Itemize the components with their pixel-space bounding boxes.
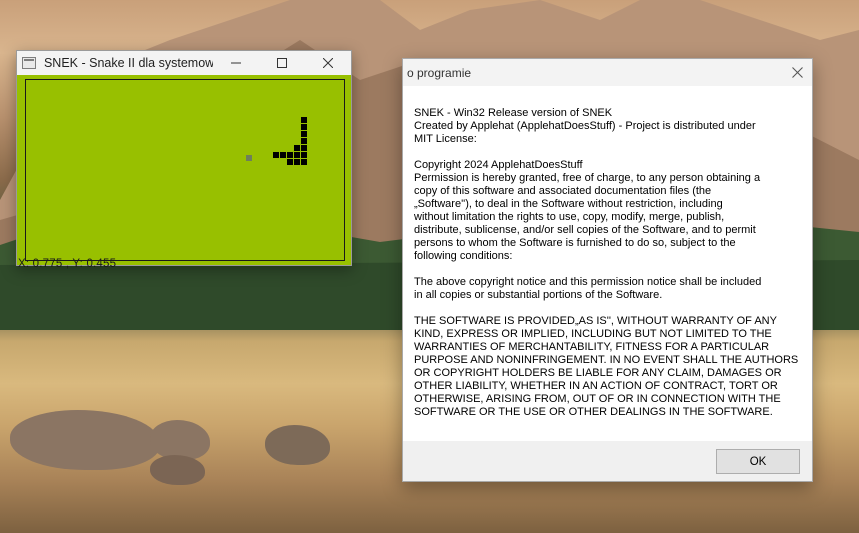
snek-titlebar[interactable]: SNEK - Snake II dla systemow...: [17, 51, 351, 75]
snake-segment: [301, 138, 307, 144]
cursor-coordinates: X: 0.775 , Y: 0.455: [18, 258, 117, 270]
snake-segment: [294, 145, 300, 151]
snake-segment: [301, 117, 307, 123]
app-window-icon: [22, 57, 36, 69]
wallpaper-rock: [10, 410, 160, 470]
snake-segment: [280, 152, 286, 158]
snake-segment: [301, 152, 307, 158]
snake-food: [246, 155, 252, 161]
wallpaper-rock: [150, 455, 205, 485]
close-button[interactable]: [305, 51, 351, 75]
about-license-text: Copyright 2024 ApplehatDoesStuff Permiss…: [414, 159, 761, 262]
snake-segment: [301, 159, 307, 165]
about-version-text: SNEK - Win32 Release version of SNEK Cre…: [414, 107, 756, 145]
minimize-icon: [231, 62, 242, 64]
wallpaper-rock: [150, 420, 210, 460]
snake-segment: [301, 131, 307, 137]
snake-segment: [294, 159, 300, 165]
close-icon: [791, 67, 803, 78]
snake-segment: [273, 152, 279, 158]
ok-button[interactable]: OK: [716, 449, 800, 474]
about-titlebar[interactable]: o programie: [403, 59, 812, 86]
about-warranty-text: THE SOFTWARE IS PROVIDED„AS IS'', WITHOU…: [414, 315, 799, 418]
close-icon: [323, 58, 334, 68]
about-notice-text: The above copyright notice and this perm…: [414, 276, 762, 301]
game-area[interactable]: [17, 75, 351, 265]
game-board: [25, 79, 345, 261]
maximize-icon: [277, 58, 288, 68]
snek-window[interactable]: SNEK - Snake II dla systemow... X: 0.775…: [16, 50, 352, 270]
snek-window-title: SNEK - Snake II dla systemow...: [43, 56, 214, 70]
snake-segment: [294, 152, 300, 158]
wallpaper-rock: [265, 425, 330, 465]
maximize-button[interactable]: [259, 51, 305, 75]
snake-segment: [301, 145, 307, 151]
minimize-button[interactable]: [213, 51, 259, 75]
about-close-button[interactable]: [782, 59, 812, 86]
snake-segment: [287, 159, 293, 165]
snake-segment: [301, 124, 307, 130]
about-dialog-title: o programie: [407, 65, 472, 80]
snake-segment: [287, 152, 293, 158]
about-dialog[interactable]: o programie SNEK - Win32 Release version…: [402, 58, 813, 482]
about-text-area: SNEK - Win32 Release version of SNEK Cre…: [403, 86, 812, 441]
